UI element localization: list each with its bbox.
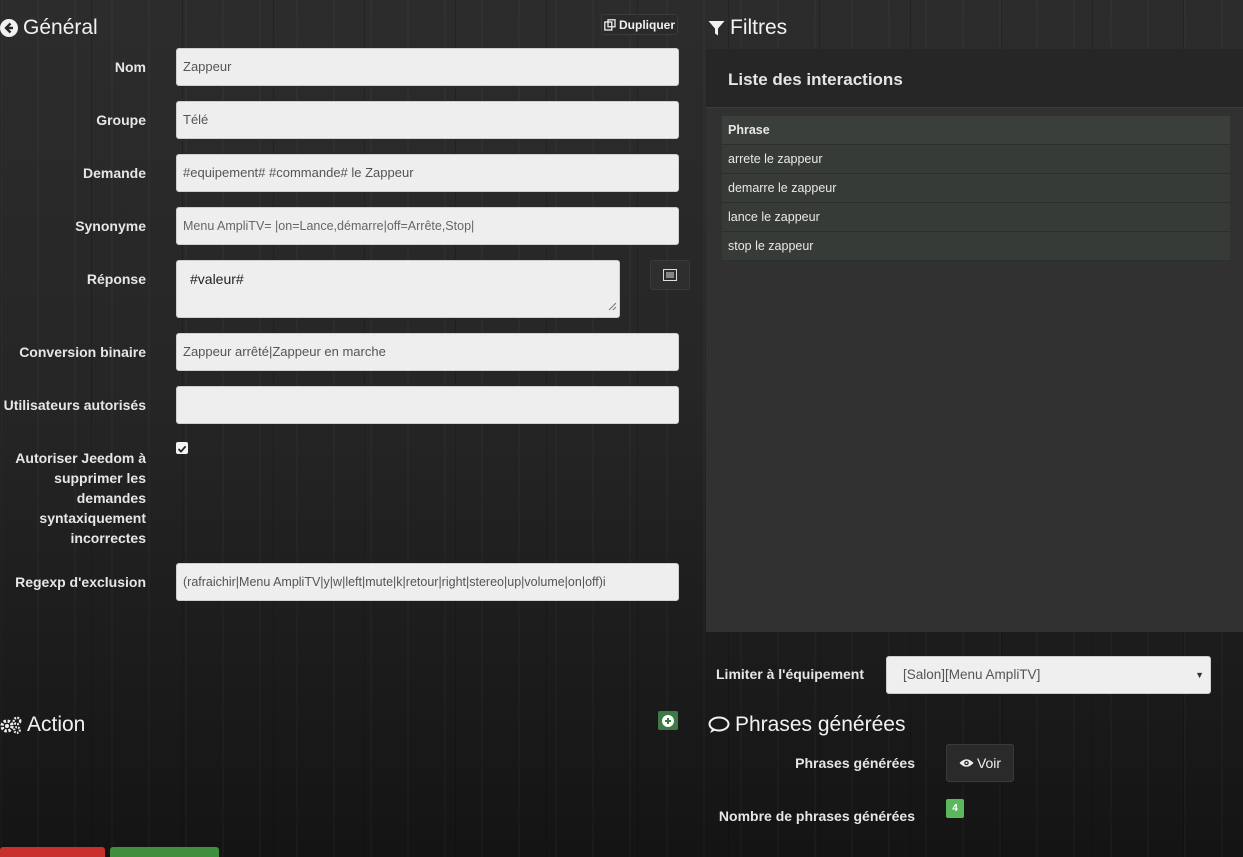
autoriser-checkbox[interactable] xyxy=(176,442,188,454)
limit-label: Limiter à l'équipement xyxy=(716,666,865,682)
autoriser-label-line: demandes xyxy=(76,490,146,506)
filter-icon xyxy=(708,20,725,37)
utilisateurs-label: Utilisateurs autorisés xyxy=(3,397,146,413)
resize-handle-icon[interactable] xyxy=(608,296,617,316)
circle-arrow-left-icon[interactable] xyxy=(0,19,18,37)
general-title: Général xyxy=(23,16,98,39)
check-icon xyxy=(177,445,187,453)
response-options-button[interactable] xyxy=(650,260,690,290)
table-row[interactable]: stop le zappeur xyxy=(722,232,1230,261)
autoriser-label-line: incorrectes xyxy=(70,530,146,546)
action-title: Action xyxy=(27,713,86,736)
comment-icon xyxy=(708,716,730,734)
voir-button[interactable]: Voir xyxy=(946,744,1014,782)
table-row[interactable]: lance le zappeur xyxy=(722,203,1230,232)
regexp-label: Regexp d'exclusion xyxy=(15,574,146,590)
duplicate-button[interactable]: Dupliquer xyxy=(601,14,678,35)
phrases-generated-label: Phrases générées xyxy=(795,755,915,771)
reponse-value: #valeur# xyxy=(190,271,244,287)
save-button[interactable] xyxy=(110,847,219,857)
utilisateurs-input[interactable] xyxy=(176,386,679,424)
filters-section-title: Filtres xyxy=(708,16,787,40)
conversion-input[interactable]: Zappeur arrêté|Zappeur en marche xyxy=(176,333,679,371)
regexp-input[interactable]: (rafraichir|Menu AmpliTV|y|w|left|mute|k… xyxy=(176,563,679,601)
reponse-textarea[interactable]: #valeur# xyxy=(176,260,620,318)
voir-label: Voir xyxy=(976,755,1002,771)
demande-label: Demande xyxy=(82,165,146,181)
conversion-label: Conversion binaire xyxy=(19,344,146,360)
count-badge: 4 xyxy=(946,799,964,818)
generated-section-title: Phrases générées xyxy=(708,713,905,737)
demande-input[interactable]: #equipement# #commande# le Zappeur xyxy=(176,154,679,192)
limit-select[interactable]: [Salon][Menu AmpliTV] ▼ xyxy=(886,656,1211,694)
autoriser-label-line: supprimer les xyxy=(54,470,146,486)
synonyme-label: Synonyme xyxy=(75,218,146,234)
add-action-button[interactable] xyxy=(658,711,678,730)
eye-icon xyxy=(959,758,974,768)
generated-title: Phrases générées xyxy=(735,713,906,736)
gears-icon xyxy=(0,715,22,735)
autoriser-label-line: syntaxiquement xyxy=(39,510,146,526)
plus-circle-icon xyxy=(662,714,674,727)
general-section-title: Général xyxy=(0,16,98,40)
action-section-title: Action xyxy=(0,713,85,737)
reponse-label: Réponse xyxy=(86,271,146,287)
limit-selected-value: [Salon][Menu AmpliTV] xyxy=(903,667,1041,682)
autoriser-label-line: Autoriser Jeedom à xyxy=(15,450,146,466)
synonyme-input[interactable]: Menu AmpliTV= |on=Lance,démarre|off=Arrê… xyxy=(176,207,679,245)
table-row[interactable]: demarre le zappeur xyxy=(722,174,1230,203)
groupe-label: Groupe xyxy=(96,112,146,128)
interactions-table: Phrase arrete le zappeur demarre le zapp… xyxy=(722,116,1230,261)
copy-icon xyxy=(604,18,616,31)
list-icon xyxy=(663,269,677,281)
nom-input[interactable]: Zappeur xyxy=(176,48,679,86)
autoriser-label: Autoriser Jeedom à supprimer les demande… xyxy=(0,448,146,548)
table-row[interactable]: arrete le zappeur xyxy=(722,145,1230,174)
nom-label: Nom xyxy=(114,59,146,75)
filters-title: Filtres xyxy=(730,16,788,39)
caret-down-icon: ▼ xyxy=(1195,670,1204,680)
count-label: Nombre de phrases générées xyxy=(718,808,915,824)
interactions-panel-title: Liste des interactions xyxy=(706,49,1243,108)
delete-button[interactable] xyxy=(0,847,105,857)
duplicate-label: Dupliquer xyxy=(619,17,675,32)
table-header-phrase: Phrase xyxy=(722,116,1230,145)
groupe-input[interactable]: Télé xyxy=(176,101,679,139)
